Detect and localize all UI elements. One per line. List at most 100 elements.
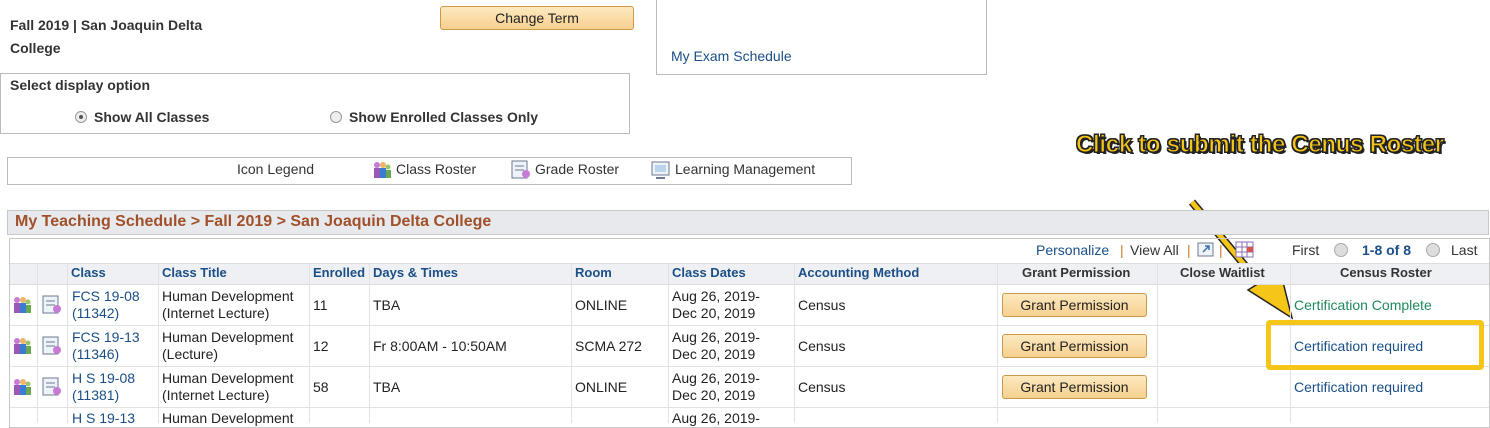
grant-permission-button[interactable]: Grant Permission	[1002, 293, 1147, 317]
column-separator	[668, 263, 669, 423]
show-enrolled-classes-label: Show Enrolled Classes Only	[349, 109, 539, 125]
class-title: Human Development	[162, 410, 294, 426]
class-title-line: Human Development	[162, 329, 294, 345]
class-number: (11381)	[72, 387, 120, 403]
class-roster-icon[interactable]	[12, 378, 32, 396]
room: SCMA 272	[575, 338, 642, 354]
column-header-census-roster: Census Roster	[1340, 265, 1432, 280]
column-header-class-dates[interactable]: Class Dates	[672, 265, 746, 280]
row-divider	[10, 407, 1489, 408]
column-separator	[794, 263, 795, 423]
grade-roster-icon[interactable]	[42, 377, 62, 397]
column-separator	[1157, 263, 1158, 423]
show-all-classes-radio[interactable]	[75, 111, 87, 123]
column-header-class[interactable]: Class	[71, 265, 106, 280]
class-code: FCS 19-08	[72, 288, 140, 304]
class-dates-line: Dec 20, 2019	[672, 305, 756, 321]
class-title-line: Human Development	[162, 288, 294, 304]
first-page-label: First	[1292, 242, 1320, 258]
annotation-highlight-box	[1266, 320, 1484, 370]
grade-roster-icon[interactable]	[42, 336, 62, 356]
column-header-accounting-method[interactable]: Accounting Method	[798, 265, 919, 280]
class-dates: Aug 26, 2019- Dec 20, 2019	[672, 329, 760, 363]
class-title-line: (Lecture)	[162, 346, 219, 362]
display-option-title: Select display option	[10, 77, 151, 93]
column-separator	[158, 263, 159, 423]
class-number: (11346)	[72, 346, 120, 362]
column-header-enrolled[interactable]: Enrolled	[313, 265, 365, 280]
class-roster-icon	[374, 162, 391, 178]
class-title: Human Development (Lecture)	[162, 329, 294, 363]
change-term-button[interactable]: Change Term	[440, 6, 634, 30]
class-title: Human Development (Internet Lecture)	[162, 370, 294, 404]
enrolled-count: 58	[313, 379, 329, 395]
class-title: Human Development (Internet Lecture)	[162, 288, 294, 322]
column-header-days-times[interactable]: Days & Times	[373, 265, 458, 280]
personalize-link[interactable]: Personalize	[1036, 242, 1109, 258]
accounting-method: Census	[798, 338, 846, 354]
grant-permission-button[interactable]: Grant Permission	[1002, 375, 1147, 399]
annotation-callout: Click to submit the Cenus Roster	[1076, 131, 1445, 159]
class-code: H S 19-08	[72, 370, 136, 386]
days-times: TBA	[373, 297, 401, 313]
census-roster-link[interactable]: Certification required	[1294, 379, 1423, 395]
room: ONLINE	[575, 379, 628, 395]
grade-roster-legend-label: Grade Roster	[535, 161, 620, 177]
column-header-class-title[interactable]: Class Title	[162, 265, 227, 280]
grade-roster-icon	[511, 160, 530, 179]
column-separator	[571, 263, 572, 423]
days-times: Fr 8:00AM - 10:50AM	[373, 338, 507, 354]
last-page-label: Last	[1451, 242, 1478, 258]
column-header-close-waitlist: Close Waitlist	[1180, 265, 1265, 280]
column-separator	[67, 263, 68, 423]
next-page-icon[interactable]	[1426, 243, 1440, 257]
my-exam-schedule-link[interactable]: My Exam Schedule	[671, 48, 792, 64]
accounting-method: Census	[798, 297, 846, 313]
class-dates-line: Aug 26, 2019-	[672, 288, 760, 304]
previous-page-icon[interactable]	[1334, 243, 1348, 257]
column-separator	[369, 263, 370, 423]
toolbar-divider-3: |	[1219, 242, 1223, 258]
class-link[interactable]: H S 19-13	[72, 410, 135, 427]
class-title-line: (Internet Lecture)	[162, 387, 270, 403]
class-dates: Aug 26, 2019- Dec 20, 2019	[672, 370, 760, 404]
table-header-row	[10, 263, 1489, 285]
enrolled-count: 11	[313, 297, 328, 313]
page-range: 1-8 of 8	[1362, 242, 1412, 258]
census-roster-link[interactable]: Certification Complete	[1294, 297, 1432, 313]
class-dates-line: Dec 20, 2019	[672, 346, 756, 362]
schedule-breadcrumb: My Teaching Schedule > Fall 2019 > San J…	[15, 213, 492, 230]
days-times: TBA	[373, 379, 401, 395]
class-dates-line: Aug 26, 2019-	[672, 329, 760, 345]
column-header-grant-permission: Grant Permission	[1022, 265, 1131, 280]
class-title-line: Human Development	[162, 370, 294, 386]
enrolled-count: 12	[313, 338, 329, 354]
learning-management-legend-label: Learning Management	[675, 161, 816, 177]
column-header-room[interactable]: Room	[575, 265, 612, 280]
class-roster-icon[interactable]	[12, 296, 32, 314]
class-dates-line: Aug 26, 2019-	[672, 370, 760, 386]
zoom-icon[interactable]	[1197, 242, 1215, 258]
icon-legend-title: Icon Legend	[237, 161, 315, 177]
class-roster-legend-label: Class Roster	[396, 161, 477, 177]
show-all-classes-label: Show All Classes	[94, 109, 210, 125]
show-enrolled-classes-radio[interactable]	[330, 111, 342, 123]
class-title-line: (Internet Lecture)	[162, 305, 270, 321]
room: ONLINE	[575, 297, 628, 313]
spreadsheet-icon[interactable]	[1235, 241, 1255, 259]
class-code: FCS 19-13	[72, 329, 140, 345]
class-link[interactable]: H S 19-08 (11381)	[72, 370, 135, 404]
column-separator	[309, 263, 310, 423]
grade-roster-icon[interactable]	[42, 295, 62, 315]
view-all-link[interactable]: View All	[1130, 242, 1179, 258]
class-dates: Aug 26, 2019- Dec 20, 2019	[672, 288, 760, 322]
toolbar-divider-2: |	[1187, 242, 1191, 258]
class-link[interactable]: FCS 19-08 (11342)	[72, 288, 140, 322]
column-separator	[37, 263, 38, 423]
term-title: Fall 2019 | San Joaquin Delta College	[10, 17, 203, 56]
class-number: (11342)	[72, 305, 120, 321]
class-roster-icon[interactable]	[12, 337, 32, 355]
class-dates-line: Dec 20, 2019	[672, 387, 756, 403]
grant-permission-button[interactable]: Grant Permission	[1002, 334, 1147, 358]
class-link[interactable]: FCS 19-13 (11346)	[72, 329, 140, 363]
